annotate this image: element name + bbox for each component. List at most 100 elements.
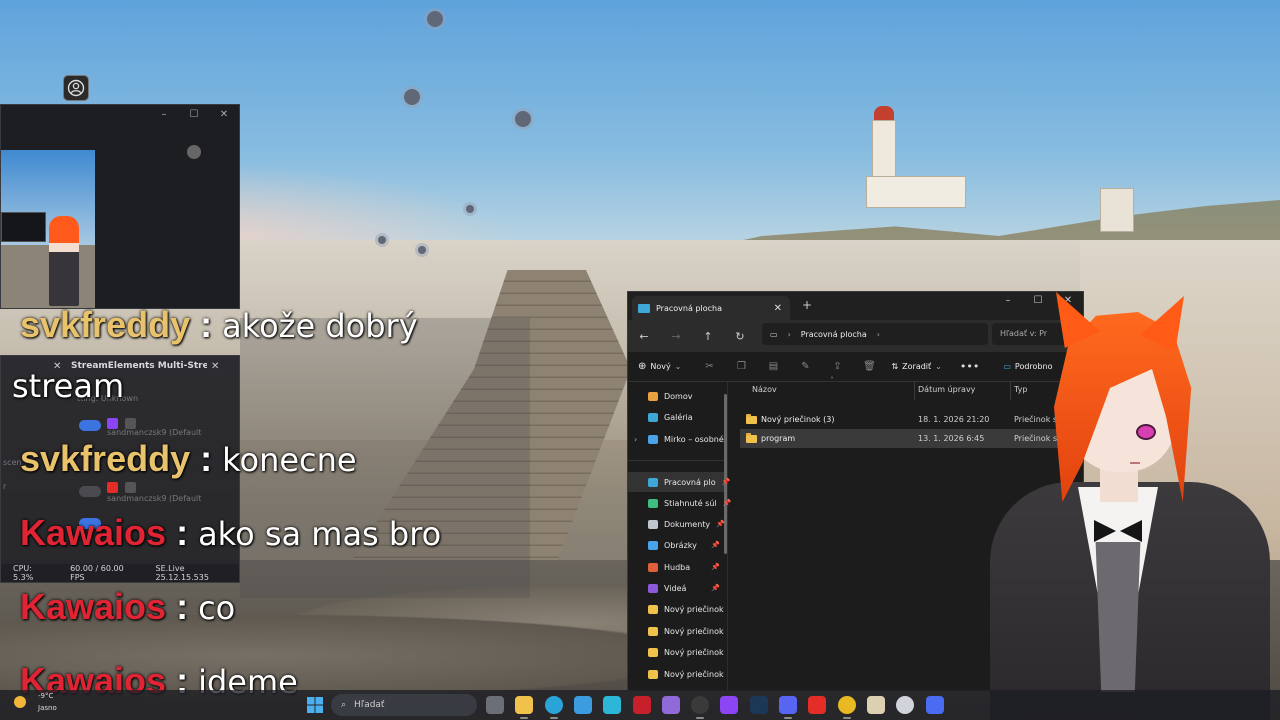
windows-start-icon[interactable] (307, 697, 323, 713)
side-label: r (3, 482, 7, 491)
chat-text: stream (12, 367, 125, 405)
sort-arrow-icon: ˄ (830, 376, 834, 385)
floating-sticker-icon (378, 236, 386, 244)
delete-icon[interactable]: 🗑 (853, 361, 885, 372)
pin-icon: 📌 (716, 520, 725, 528)
folder-icon (648, 669, 658, 679)
nav-item-label: Mirko – osobné (664, 434, 724, 444)
documents-icon (648, 519, 658, 529)
chevron-right-icon[interactable]: › (634, 435, 637, 444)
destination-toggle[interactable] (79, 486, 101, 497)
pin-icon: 📌 (711, 541, 720, 549)
download-icon (648, 498, 658, 508)
file-name: program (746, 432, 796, 443)
nav-item[interactable]: Obrázky 📌 (628, 535, 724, 555)
file-explorer-icon[interactable] (515, 696, 533, 714)
nav-item[interactable]: Galéria (628, 407, 724, 427)
cut-icon[interactable]: ✂ (693, 361, 725, 372)
taskbar: -9°C Jasno ⌕ Hľadať (0, 690, 1280, 720)
forward-icon[interactable]: → (660, 330, 692, 343)
nav-item-label: Stiahnuté súl (664, 498, 717, 508)
tab-desktop[interactable]: Pracovná plocha ✕ (632, 296, 790, 320)
file-name: Nový priečinok (3) (746, 413, 835, 424)
sort-button[interactable]: ⇅ Zoradiť ⌄ (891, 362, 941, 371)
obs-icon[interactable] (691, 696, 709, 714)
paste-icon[interactable]: ▤ (757, 361, 789, 372)
folder-icon (746, 413, 757, 424)
new-button-label: Nový (650, 362, 671, 371)
edge-icon[interactable] (545, 696, 563, 714)
discord-icon[interactable] (779, 696, 797, 714)
sticky-app-icon[interactable] (603, 696, 621, 714)
chevron-down-icon: ⌄ (674, 362, 682, 371)
amd-software-icon[interactable] (633, 696, 651, 714)
task-view-icon[interactable] (486, 696, 504, 714)
maximize-button[interactable]: ☐ (179, 105, 209, 125)
nav-item-label: Nový priečinok (664, 647, 724, 657)
nav-item[interactable]: Dokumenty 📌 (628, 514, 725, 534)
floating-sticker-icon (466, 205, 474, 213)
youtube-icon[interactable] (808, 696, 826, 714)
column-header-name[interactable]: Názov (752, 385, 777, 394)
nav-item[interactable]: Nový priečinok (628, 599, 724, 619)
pin-icon: 📌 (721, 478, 731, 486)
fps-readout: 60.00 / 60.00 FPS (70, 564, 124, 582)
chat-username: svkfreddy (20, 304, 191, 345)
nav-item[interactable]: › Mirko – osobné (628, 429, 724, 449)
app2-icon[interactable] (926, 696, 944, 714)
steam-icon[interactable] (750, 696, 768, 714)
new-tab-button[interactable]: + (802, 298, 812, 312)
close-tab-icon[interactable]: ✕ (774, 303, 782, 314)
nav-item[interactable]: Nový priečinok (628, 621, 724, 641)
plus-circle-icon: ⊕ (638, 361, 647, 372)
copy-icon[interactable]: ❐ (725, 361, 757, 372)
twitch-icon[interactable] (720, 696, 738, 714)
address-bar[interactable]: ▭ › Pracovná plocha › (762, 323, 988, 345)
nav-item-label: Pracovná plo (664, 477, 716, 487)
file-name-text: program (761, 434, 796, 443)
vtuber-avatar (960, 292, 1280, 720)
up-icon[interactable]: ↑ (692, 330, 724, 343)
chevron-down-icon: ⌄ (935, 362, 942, 371)
rename-icon[interactable]: ✎ (789, 361, 821, 372)
preview-screen-capture (1, 212, 46, 242)
sticker-icon (187, 145, 201, 159)
preview-window[interactable]: – ☐ ✕ (0, 104, 240, 309)
folder-icon (648, 626, 658, 636)
column-divider[interactable] (914, 382, 915, 400)
nav-item[interactable]: Pracovná plo 📌 (628, 472, 730, 492)
chat-username: Kawaios (20, 512, 167, 553)
chat-text: akože dobrý (222, 307, 418, 345)
nav-item[interactable]: Domov (628, 386, 724, 406)
nav-item[interactable]: Stiahnuté súl 📌 (628, 493, 731, 513)
photos-icon[interactable] (574, 696, 592, 714)
new-button[interactable]: ⊕ Nový ⌄ (638, 361, 681, 372)
minimize-button[interactable]: – (149, 105, 179, 125)
app-icon[interactable] (867, 696, 885, 714)
running-indicator (784, 717, 792, 719)
running-indicator (550, 717, 558, 719)
destination-toggle[interactable] (79, 420, 101, 431)
avatar-bowtie (1094, 520, 1142, 550)
nav-item[interactable]: Nový priečinok (628, 642, 724, 662)
nav-item[interactable]: Nový priečinok (628, 664, 724, 684)
pin-icon: 📌 (722, 499, 732, 507)
nav-item[interactable]: Hudba 📌 (628, 557, 724, 577)
avatar-eye (1136, 424, 1156, 440)
nav-item[interactable]: Videá 📌 (628, 578, 724, 598)
folder-icon (746, 432, 757, 443)
scrollbar[interactable] (724, 394, 727, 554)
share-icon[interactable]: ⇪ (821, 361, 853, 372)
streamelements-icon[interactable] (896, 696, 914, 714)
close-icon[interactable]: ✕ (211, 361, 219, 372)
weather-widget[interactable]: -9°C Jasno (6, 690, 66, 720)
chrome-icon[interactable] (838, 696, 856, 714)
refresh-icon[interactable]: ↻ (724, 330, 756, 343)
weather-description: Jasno (38, 704, 57, 712)
back-icon[interactable]: ← (628, 330, 660, 343)
profile-icon[interactable] (63, 75, 89, 101)
vs-icon[interactable] (662, 696, 680, 714)
version-label: SE.Live 25.12.15.535 (155, 564, 209, 582)
close-button[interactable]: ✕ (209, 105, 239, 125)
taskbar-search[interactable]: ⌕ Hľadať (331, 694, 477, 716)
